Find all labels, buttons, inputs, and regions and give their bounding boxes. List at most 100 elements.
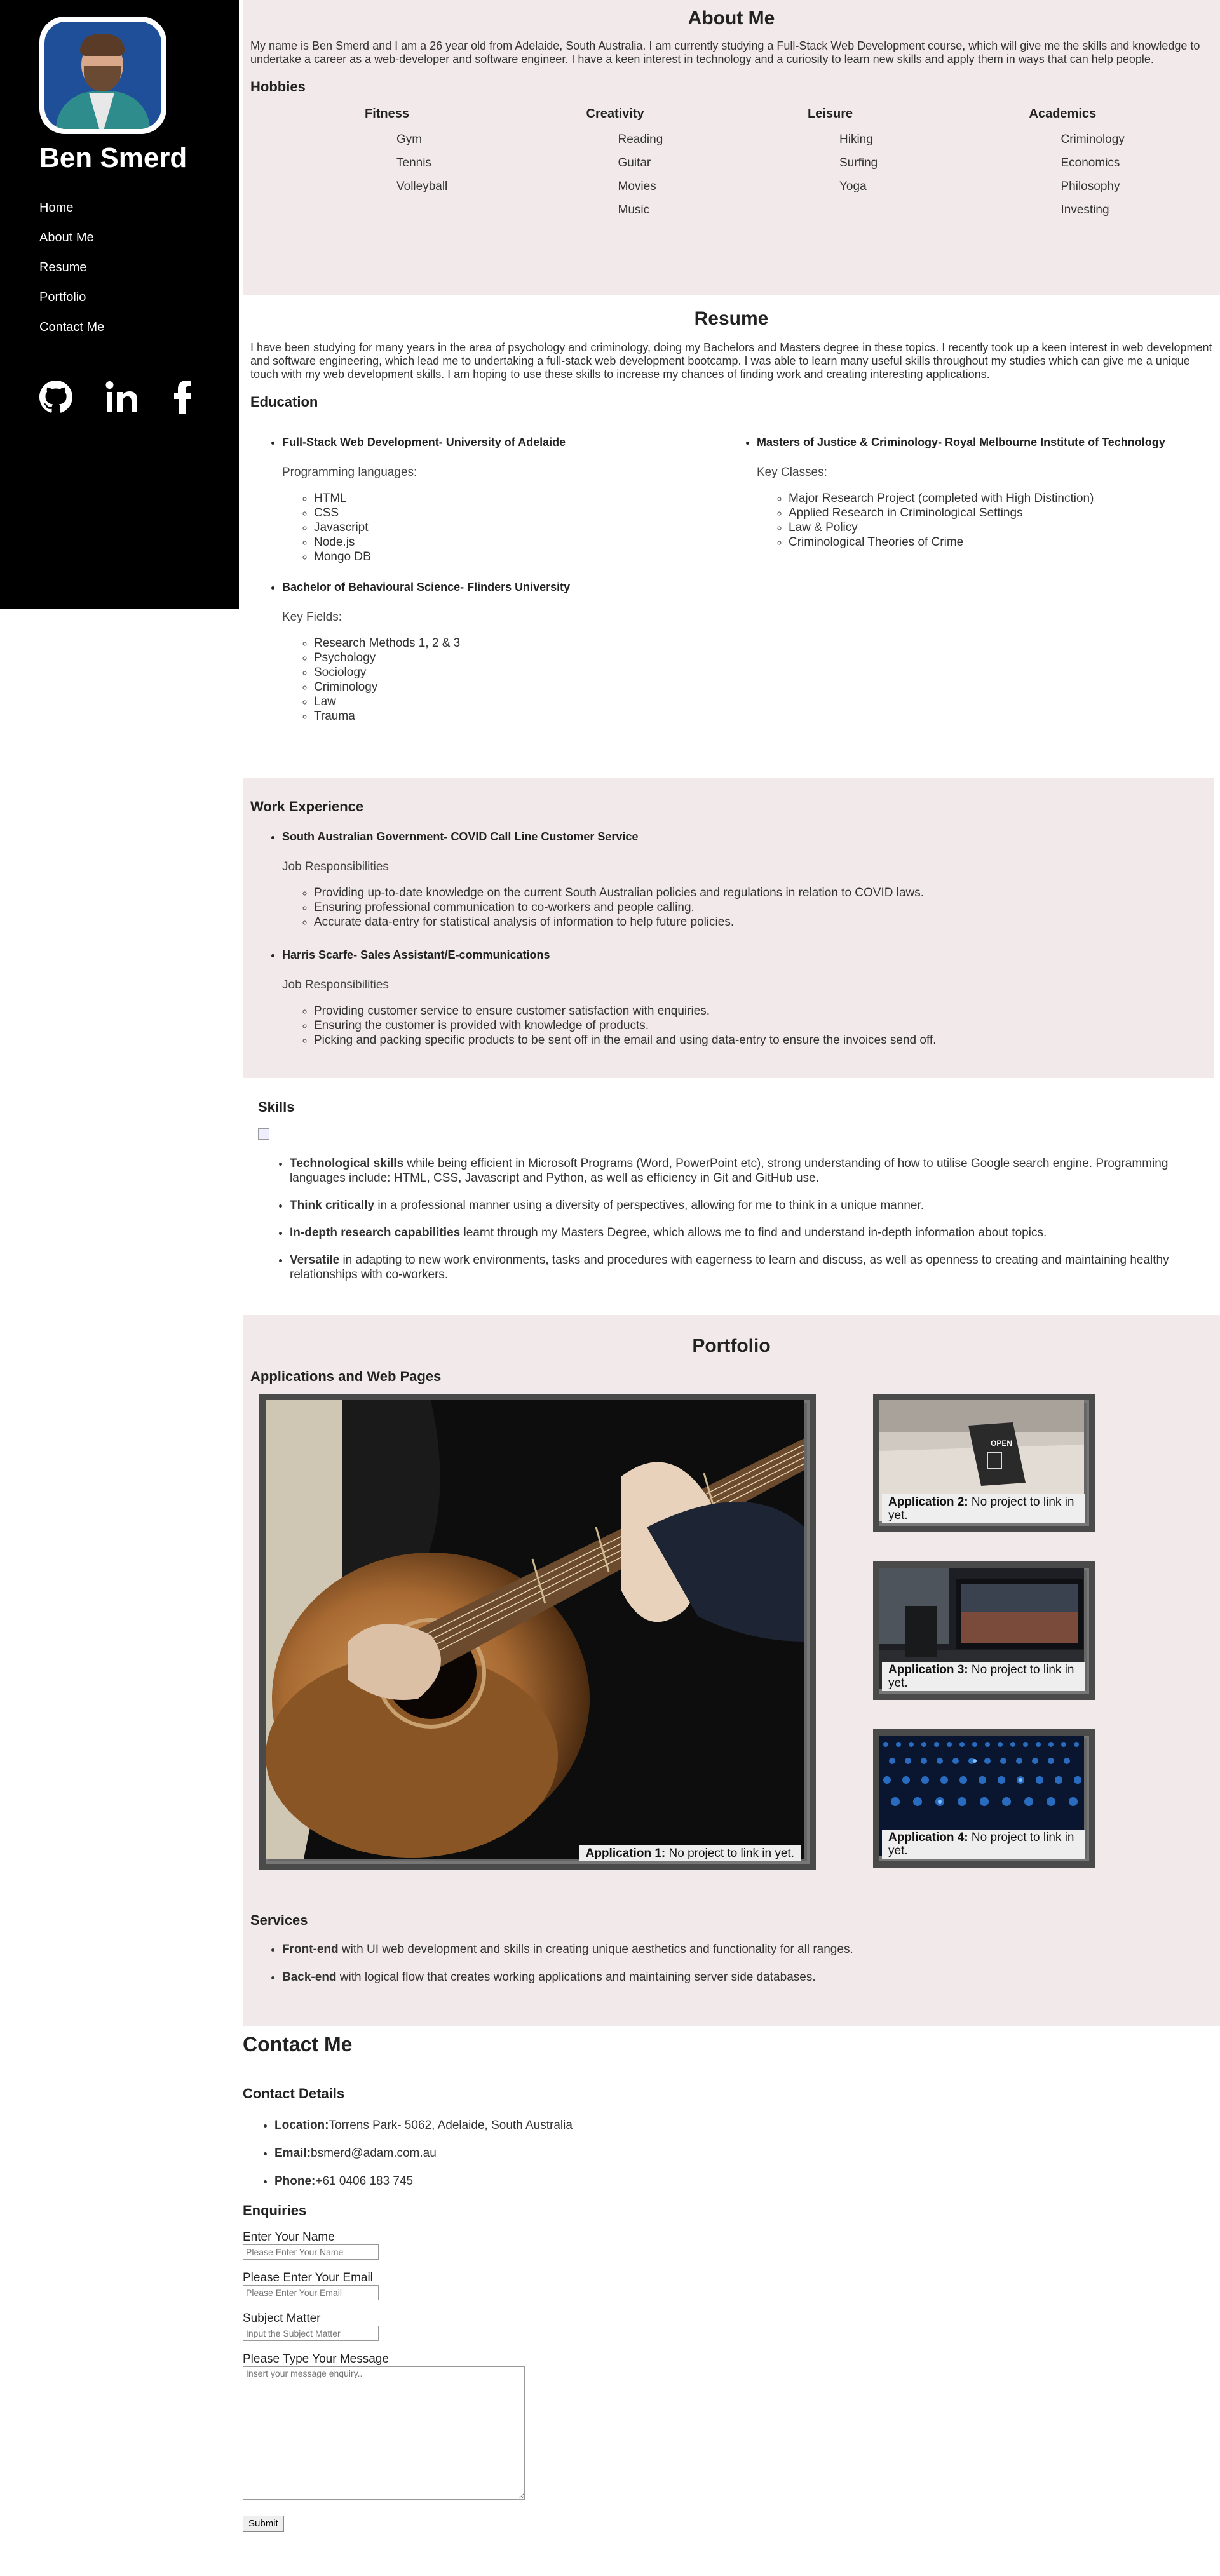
- job-subheading: Job Responsibilities: [282, 860, 389, 873]
- education-title: Education: [250, 394, 318, 410]
- nav-contact[interactable]: Contact Me: [39, 320, 104, 335]
- services-list: Front-end with UI web development and sk…: [250, 1943, 1212, 1985]
- skill-desc: in a professional manner using a diversi…: [374, 1199, 925, 1212]
- contact-title: Contact Me: [243, 2033, 353, 2056]
- resume-text: I have been studying for many years in t…: [250, 341, 1212, 381]
- hobby-item: Surfing: [839, 156, 878, 170]
- job-duty: Providing customer service to ensure cus…: [314, 1004, 1206, 1018]
- job-list: South Australian Government- COVID Call …: [250, 830, 1206, 1048]
- contact-details-title: Contact Details: [243, 2086, 345, 2101]
- hobby-item: Hiking: [839, 133, 873, 146]
- detail-label: Email:: [274, 2147, 311, 2160]
- job-subheading: Job Responsibilities: [282, 978, 389, 992]
- hobby-heading: Leisure: [808, 107, 853, 121]
- job-entry: South Australian Government- COVID Call …: [282, 830, 1206, 929]
- detail-value: Torrens Park- 5062, Adelaide, South Aust…: [329, 2119, 573, 2132]
- job-title: South Australian Government- COVID Call …: [282, 830, 639, 843]
- work-title: Work Experience: [250, 799, 364, 814]
- app-card-3[interactable]: Application 3: No project to link in yet…: [873, 1561, 1095, 1700]
- detail-value: bsmerd@adam.com.au: [311, 2147, 437, 2160]
- about-text: My name is Ben Smerd and I am a 26 year …: [250, 39, 1200, 65]
- contact-phone: Phone:+61 0406 183 745: [274, 2175, 1220, 2188]
- facebook-icon[interactable]: [174, 380, 192, 414]
- service-name: Front-end: [282, 1943, 339, 1956]
- skill-name: Technological skills: [290, 1157, 404, 1170]
- skill-desc: learnt through my Masters Degree, which …: [460, 1226, 1047, 1239]
- degree-item: Javascript: [314, 520, 731, 535]
- degree-item: Law & Policy: [789, 520, 1212, 535]
- subject-label: Subject Matter: [243, 2312, 321, 2325]
- app-desc: No project to link in yet.: [665, 1847, 795, 1860]
- degree-title: Masters of Justice & Criminology- Royal …: [757, 436, 1165, 448]
- submit-button[interactable]: Submit: [243, 2516, 284, 2532]
- portfolio-subtitle: Applications and Web Pages: [250, 1368, 442, 1384]
- broken-image-icon: [258, 1128, 269, 1140]
- enquiry-form: Enter Your Name Please Enter Your Email …: [243, 2230, 1220, 2532]
- nav-about[interactable]: About Me: [39, 231, 104, 245]
- app-card-4[interactable]: Application 4: No project to link in yet…: [873, 1729, 1095, 1868]
- contact-details-list: Location:Torrens Park- 5062, Adelaide, S…: [243, 2119, 1220, 2188]
- hobby-item: Tennis: [396, 156, 431, 170]
- service-item: Back-end with logical flow that creates …: [282, 1971, 1212, 1985]
- hobby-item: Reading: [618, 133, 663, 146]
- job-entry: Harris Scarfe- Sales Assistant/E-communi…: [282, 948, 1206, 1048]
- detail-value: +61 0406 183 745: [315, 2175, 414, 2188]
- degree-subheading: Programming languages:: [282, 466, 417, 479]
- education-entry: Full-Stack Web Development- University o…: [282, 436, 731, 564]
- skills-list: Technological skills while being efficie…: [258, 1156, 1209, 1282]
- hobby-column: Academics Criminology Economics Philosophy…: [991, 107, 1213, 227]
- sidebar: Ben Smerd Home About Me Resume Portfolio…: [0, 0, 239, 609]
- resume-title: Resume: [694, 308, 769, 329]
- hobby-item: Gym: [396, 133, 423, 146]
- hobby-item: Criminology: [1061, 133, 1125, 146]
- message-textarea[interactable]: [243, 2366, 525, 2500]
- social-links: [39, 380, 192, 414]
- linkedin-icon[interactable]: [105, 381, 141, 414]
- email-label: Please Enter Your Email: [243, 2271, 373, 2284]
- hobby-item: Guitar: [618, 156, 651, 170]
- nav-portfolio[interactable]: Portfolio: [39, 290, 104, 305]
- hobby-item: Investing: [1061, 203, 1109, 217]
- job-duty: Ensuring the customer is provided with k…: [314, 1018, 1206, 1033]
- hobbies-grid: Fitness Gym Tennis Volleyball Creativity R…: [250, 107, 1212, 227]
- open-sign-text: OPEN: [991, 1439, 1012, 1448]
- degree-item: Criminology: [314, 680, 731, 694]
- name-label: Enter Your Name: [243, 2230, 335, 2244]
- service-name: Back-end: [282, 1971, 337, 1984]
- nav-home[interactable]: Home: [39, 201, 104, 215]
- app-caption: Application 4: No project to link in yet…: [882, 1830, 1085, 1859]
- education-grid: Full-Stack Web Development- University o…: [250, 436, 1212, 740]
- hobby-item: Music: [618, 203, 650, 217]
- app-card-1[interactable]: Application 1: No project to link in yet…: [259, 1394, 816, 1870]
- skill-item: Versatile in adapting to new work enviro…: [290, 1253, 1209, 1282]
- skill-name: Think critically: [290, 1199, 375, 1212]
- portfolio-section: Portfolio Applications and Web Pages App…: [243, 1315, 1220, 2026]
- name-input[interactable]: [243, 2244, 379, 2260]
- nav-resume[interactable]: Resume: [39, 260, 104, 275]
- subject-input[interactable]: [243, 2326, 379, 2341]
- degree-item: Criminological Theories of Crime: [789, 535, 1212, 550]
- contact-section: Contact Me Contact Details Location:Torr…: [243, 2033, 1220, 2532]
- skill-item: In-depth research capabilities learnt th…: [290, 1225, 1209, 1240]
- about-title: About Me: [688, 8, 775, 29]
- hobby-column: Leisure Hiking Surfing Yoga: [769, 107, 991, 227]
- app-card-2[interactable]: OPEN Application 2: No project to link i…: [873, 1394, 1095, 1532]
- email-input[interactable]: [243, 2285, 379, 2300]
- job-title: Harris Scarfe- Sales Assistant/E-communi…: [282, 948, 550, 961]
- service-desc: with UI web development and skills in cr…: [338, 1943, 853, 1956]
- skills-section: Skills Technological skills while being …: [250, 1099, 1216, 1295]
- hobby-item: Movies: [618, 180, 656, 193]
- education-list: Full-Stack Web Development- University o…: [250, 436, 731, 740]
- degree-item: Research Methods 1, 2 & 3: [314, 636, 731, 651]
- degree-item: Law: [314, 694, 731, 709]
- app-label: Application 1:: [585, 1847, 666, 1860]
- hobby-heading: Academics: [1029, 107, 1097, 121]
- enquiries-title: Enquiries: [243, 2202, 307, 2218]
- avatar-frame: [39, 17, 166, 134]
- degree-title: Full-Stack Web Development- University o…: [282, 436, 566, 448]
- github-icon[interactable]: [39, 381, 72, 414]
- app-label: Application 2:: [888, 1495, 968, 1509]
- hobbies-title: Hobbies: [250, 79, 306, 95]
- skill-name: Versatile: [290, 1253, 340, 1267]
- contact-location: Location:Torrens Park- 5062, Adelaide, S…: [274, 2119, 1220, 2133]
